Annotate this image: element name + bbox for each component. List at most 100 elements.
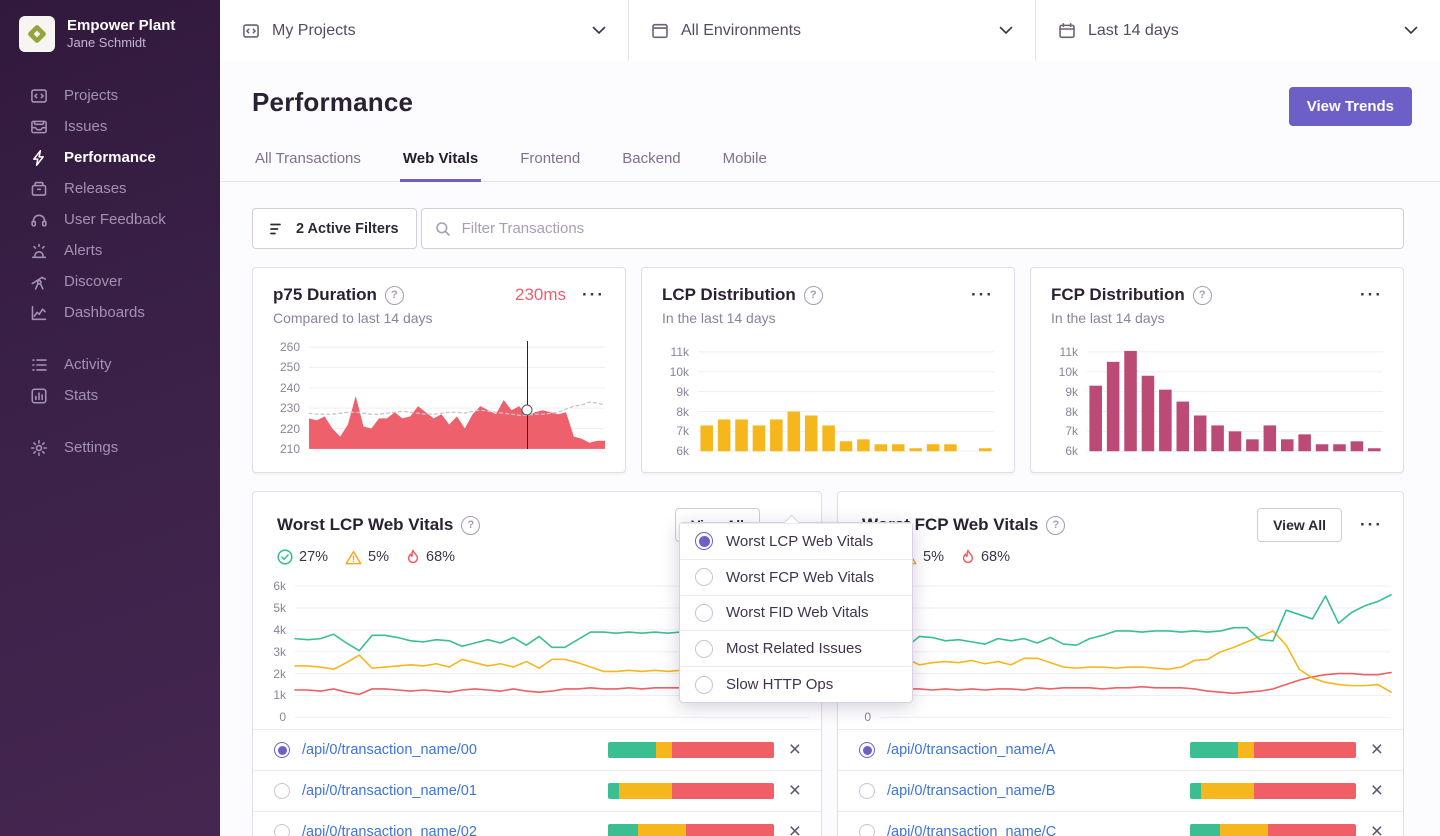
card-subtitle: In the last 14 days	[1051, 310, 1383, 326]
fcp-yaxis: 11k10k9k8k7k6k	[1051, 341, 1087, 456]
sidebar-item-dashboards[interactable]: Dashboards	[0, 297, 220, 328]
tab-all-transactions[interactable]: All Transactions	[252, 140, 364, 182]
close-icon[interactable]: ×	[789, 783, 801, 799]
stats-icon	[29, 386, 48, 405]
view-all-button[interactable]: View All	[1257, 508, 1342, 542]
good-percent: 27%	[299, 549, 328, 565]
menu-item-worst-fid[interactable]: Worst FID Web Vitals	[680, 595, 912, 631]
card-menu-button[interactable]: ···	[582, 290, 605, 300]
card-menu-button[interactable]: ···	[1360, 290, 1383, 300]
tab-web-vitals[interactable]: Web Vitals	[400, 140, 481, 182]
help-icon[interactable]: ?	[385, 286, 404, 305]
close-icon[interactable]: ×	[1371, 824, 1383, 836]
lcp-chart	[698, 341, 994, 456]
menu-item-slow-http-ops[interactable]: Slow HTTP Ops	[680, 666, 912, 702]
help-icon[interactable]: ?	[804, 286, 823, 305]
sidebar-item-user-feedback[interactable]: User Feedback	[0, 204, 220, 235]
transaction-link[interactable]: /api/0/transaction_name/C	[887, 824, 1056, 836]
chevron-down-icon	[1404, 26, 1418, 35]
row-radio[interactable]	[859, 742, 875, 758]
vitals-bar	[1190, 783, 1356, 799]
search-input[interactable]	[460, 219, 1390, 238]
org-name: Empower Plant	[67, 17, 175, 35]
search-icon	[435, 221, 451, 237]
tab-backend[interactable]: Backend	[619, 140, 683, 182]
sidebar-nav-secondary: Activity Stats	[0, 349, 220, 411]
transaction-link[interactable]: /api/0/transaction_name/02	[302, 824, 477, 836]
card-title: FCP Distribution	[1051, 285, 1185, 305]
close-icon[interactable]: ×	[789, 742, 801, 758]
menu-item-label: Most Related Issues	[726, 640, 862, 657]
hover-marker-dot	[522, 405, 533, 416]
menu-item-worst-fcp[interactable]: Worst FCP Web Vitals	[680, 559, 912, 595]
table-row: /api/0/transaction_name/01 ×	[253, 770, 821, 811]
view-trends-button[interactable]: View Trends	[1289, 87, 1412, 126]
row-radio[interactable]	[274, 742, 290, 758]
sidebar-item-label: Stats	[64, 387, 98, 404]
menu-item-label: Slow HTTP Ops	[726, 676, 833, 693]
user-name: Jane Schmidt	[67, 35, 175, 51]
menu-item-most-related-issues[interactable]: Most Related Issues	[680, 630, 912, 666]
calendar-icon	[1058, 22, 1076, 40]
menu-radio	[695, 568, 713, 586]
sidebar-item-label: Projects	[64, 87, 118, 104]
gear-icon	[29, 438, 48, 457]
vitals-bar	[1190, 742, 1356, 758]
row-radio[interactable]	[274, 824, 290, 836]
org-switcher[interactable]: Empower Plant Jane Schmidt	[0, 0, 220, 52]
app: Empower Plant Jane Schmidt Projects Issu…	[0, 0, 1440, 836]
help-icon[interactable]: ?	[1046, 516, 1065, 535]
row-radio[interactable]	[859, 824, 875, 836]
sidebar-item-settings[interactable]: Settings	[0, 432, 220, 463]
worst-fcp-chart	[880, 573, 1391, 725]
tab-frontend[interactable]: Frontend	[517, 140, 583, 182]
close-icon[interactable]: ×	[1371, 783, 1383, 799]
user-feedback-icon	[29, 210, 48, 229]
sidebar-item-activity[interactable]: Activity	[0, 349, 220, 380]
sidebar-item-discover[interactable]: Discover	[0, 266, 220, 297]
close-icon[interactable]: ×	[1371, 742, 1383, 758]
date-range-selector[interactable]: Last 14 days	[1035, 0, 1440, 61]
projects-icon	[29, 86, 48, 105]
sidebar-item-issues[interactable]: Issues	[0, 111, 220, 142]
card-title: p75 Duration	[273, 285, 377, 305]
transaction-link[interactable]: /api/0/transaction_name/B	[887, 783, 1055, 799]
sidebar-item-label: Releases	[64, 180, 127, 197]
sidebar-item-releases[interactable]: Releases	[0, 173, 220, 204]
active-filters-button[interactable]: 2 Active Filters	[252, 208, 417, 249]
project-selector-label: My Projects	[272, 22, 356, 40]
transaction-link[interactable]: /api/0/transaction_name/00	[302, 742, 477, 758]
transaction-link[interactable]: /api/0/transaction_name/01	[302, 783, 477, 799]
card-menu-dropdown: Worst LCP Web Vitals Worst FCP Web Vital…	[679, 522, 913, 703]
lcp-distribution-card: LCP Distribution ? ··· In the last 14 da…	[641, 267, 1015, 473]
sidebar-item-projects[interactable]: Projects	[0, 80, 220, 111]
card-title: LCP Distribution	[662, 285, 796, 305]
sidebar-item-stats[interactable]: Stats	[0, 380, 220, 411]
help-icon[interactable]: ?	[461, 516, 480, 535]
sidebar-item-label: Dashboards	[64, 304, 145, 321]
sidebar-item-performance[interactable]: Performance	[0, 142, 220, 173]
card-menu-button[interactable]: ···	[971, 290, 994, 300]
vitals-stats: 5% 68%	[838, 542, 1403, 565]
fire-icon	[961, 549, 975, 565]
window-icon	[651, 22, 669, 40]
sidebar-item-alerts[interactable]: Alerts	[0, 235, 220, 266]
sidebar-item-label: Alerts	[64, 242, 102, 259]
table-row: /api/0/transaction_name/00 ×	[253, 729, 821, 770]
vitals-bar	[608, 824, 774, 836]
sidebar-item-label: Issues	[64, 118, 107, 135]
dashboards-icon	[29, 303, 48, 322]
menu-item-worst-lcp[interactable]: Worst LCP Web Vitals	[680, 523, 912, 559]
transaction-search[interactable]	[421, 208, 1404, 249]
row-radio[interactable]	[274, 783, 290, 799]
transaction-link[interactable]: /api/0/transaction_name/A	[887, 742, 1055, 758]
project-selector[interactable]: My Projects	[220, 0, 628, 61]
close-icon[interactable]: ×	[789, 824, 801, 836]
row-radio[interactable]	[859, 783, 875, 799]
help-icon[interactable]: ?	[1193, 286, 1212, 305]
card-menu-button[interactable]: ···	[1360, 520, 1383, 530]
tab-mobile[interactable]: Mobile	[720, 140, 770, 182]
environment-selector[interactable]: All Environments	[628, 0, 1035, 61]
page-title: Performance	[252, 87, 413, 118]
card-title: Worst LCP Web Vitals	[277, 515, 453, 535]
